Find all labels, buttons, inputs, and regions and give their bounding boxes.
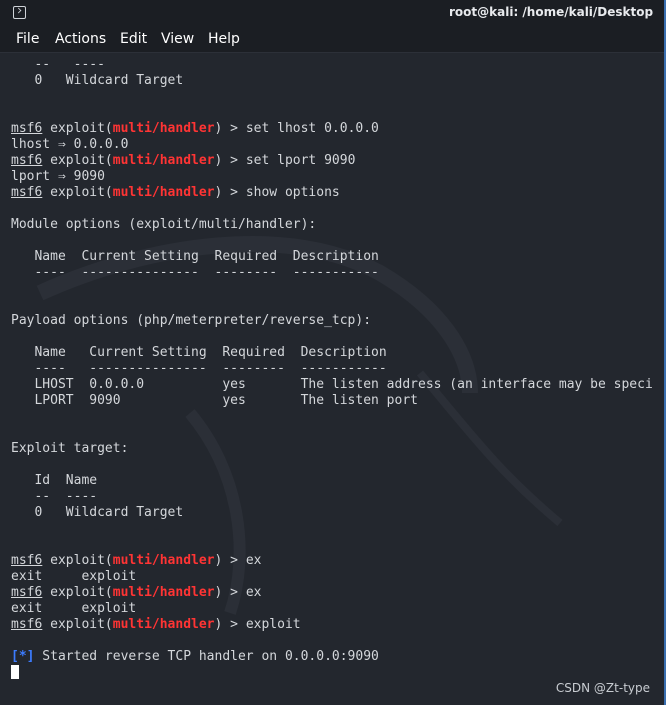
terminal-line: ---- --------------- -------- ----------… xyxy=(11,361,387,377)
module-name: multi/handler xyxy=(112,585,215,600)
terminal-window: root@kali: /home/kali/Desktop File Actio… xyxy=(0,0,666,705)
line-text: 0 Wildcard Target xyxy=(11,73,184,88)
terminal-line: msf6 exploit(multi/handler) > ex xyxy=(11,553,261,569)
line-text: ) > set lhost 0.0.0.0 xyxy=(214,121,379,136)
terminal-line: -- ---- xyxy=(11,489,97,505)
prompt-label: msf6 xyxy=(11,617,43,632)
line-text: exploit( xyxy=(42,553,113,568)
line-text: Id Name xyxy=(11,473,98,488)
prompt-label: msf6 xyxy=(11,553,43,568)
line-text: LHOST 0.0.0.0 yes The listen address (an… xyxy=(11,377,653,392)
terminal-line: -- ---- xyxy=(11,57,105,73)
line-text: -- ---- xyxy=(11,57,105,72)
terminal-line: Exploit target: xyxy=(11,441,128,457)
terminal-output[interactable]: -- ---- 0 Wildcard Target msf6 exploit(mu… xyxy=(0,53,666,705)
module-name: multi/handler xyxy=(112,153,215,168)
line-text: ) > show options xyxy=(214,185,340,200)
prompt-label: msf6 xyxy=(11,153,43,168)
terminal-line: exit exploit xyxy=(11,601,136,617)
watermark: CSDN @Zt-type xyxy=(555,681,650,695)
terminal-line: msf6 exploit(multi/handler) > show optio… xyxy=(11,185,340,201)
line-text: exit exploit xyxy=(11,569,137,584)
terminal-line: msf6 exploit(multi/handler) > exploit xyxy=(11,617,301,633)
line-text: ) > ex xyxy=(214,553,262,568)
line-text: Exploit target: xyxy=(11,441,129,456)
line-text: exploit( xyxy=(42,185,113,200)
line-text: exploit( xyxy=(42,617,113,632)
menu-actions[interactable]: Actions xyxy=(55,31,106,47)
menu-view[interactable]: View xyxy=(161,31,194,47)
line-text: Name Current Setting Required Descriptio… xyxy=(11,249,379,264)
title-bar[interactable]: root@kali: /home/kali/Desktop xyxy=(0,0,666,26)
line-text: Module options (exploit/multi/handler): xyxy=(11,217,317,232)
line-text: LPORT 9090 yes The listen port xyxy=(11,393,418,408)
menu-help[interactable]: Help xyxy=(208,31,240,47)
line-text: -- ---- xyxy=(11,489,98,504)
menu-edit[interactable]: Edit xyxy=(120,31,147,47)
line-text: exploit( xyxy=(42,585,113,600)
terminal-line: msf6 exploit(multi/handler) > set lhost … xyxy=(11,121,379,137)
line-text: ---- --------------- -------- ----------… xyxy=(11,361,387,376)
module-name: multi/handler xyxy=(112,553,215,568)
line-text: ) > exploit xyxy=(214,617,301,632)
line-text: lport ⇒ 9090 xyxy=(11,169,105,184)
terminal-line: lport ⇒ 9090 xyxy=(11,169,105,185)
line-text: 0 Wildcard Target xyxy=(11,505,184,520)
menu-bar: File Actions Edit View Help xyxy=(0,26,666,53)
terminal-line: LHOST 0.0.0.0 yes The listen address (an… xyxy=(11,377,653,393)
line-text: ---- --------------- -------- ----------… xyxy=(11,265,379,280)
terminal-icon[interactable] xyxy=(13,6,26,19)
prompt-label: msf6 xyxy=(11,585,43,600)
terminal-line: exit exploit xyxy=(11,569,136,585)
menu-file[interactable]: File xyxy=(16,31,39,47)
terminal-line: ---- --------------- -------- ----------… xyxy=(11,265,379,281)
status-marker: [*] xyxy=(11,649,35,664)
terminal-line: 0 Wildcard Target xyxy=(11,505,183,521)
terminal-line: msf6 exploit(multi/handler) > ex xyxy=(11,585,261,601)
module-name: multi/handler xyxy=(112,185,215,200)
terminal-line: [*] Started reverse TCP handler on 0.0.0… xyxy=(11,649,379,665)
line-text: exploit( xyxy=(42,153,113,168)
text-cursor xyxy=(11,665,19,679)
line-text: exit exploit xyxy=(11,601,137,616)
line-text: lhost ⇒ 0.0.0.0 xyxy=(11,137,129,152)
terminal-line: lhost ⇒ 0.0.0.0 xyxy=(11,137,128,153)
line-text: exploit( xyxy=(42,121,113,136)
line-text: ) > ex xyxy=(214,585,262,600)
terminal-line: Name Current Setting Required Descriptio… xyxy=(11,249,379,265)
terminal-line: 0 Wildcard Target xyxy=(11,73,183,89)
line-text: Name Current Setting Required Descriptio… xyxy=(11,345,387,360)
module-name: multi/handler xyxy=(112,617,215,632)
terminal-line: Payload options (php/meterpreter/reverse… xyxy=(11,313,371,329)
prompt-label: msf6 xyxy=(11,185,43,200)
window-title: root@kali: /home/kali/Desktop xyxy=(449,5,654,19)
terminal-line: msf6 exploit(multi/handler) > set lport … xyxy=(11,153,355,169)
line-text: Started reverse TCP handler on 0.0.0.0:9… xyxy=(34,649,379,664)
terminal-line: Id Name xyxy=(11,473,97,489)
line-text: ) > set lport 9090 xyxy=(214,153,356,168)
line-text: Payload options (php/meterpreter/reverse… xyxy=(11,313,372,328)
module-name: multi/handler xyxy=(112,121,215,136)
terminal-line: Name Current Setting Required Descriptio… xyxy=(11,345,387,361)
terminal-line: LPORT 9090 yes The listen port xyxy=(11,393,418,409)
prompt-glyph xyxy=(15,7,22,14)
terminal-line: Module options (exploit/multi/handler): xyxy=(11,217,316,233)
prompt-label: msf6 xyxy=(11,121,43,136)
